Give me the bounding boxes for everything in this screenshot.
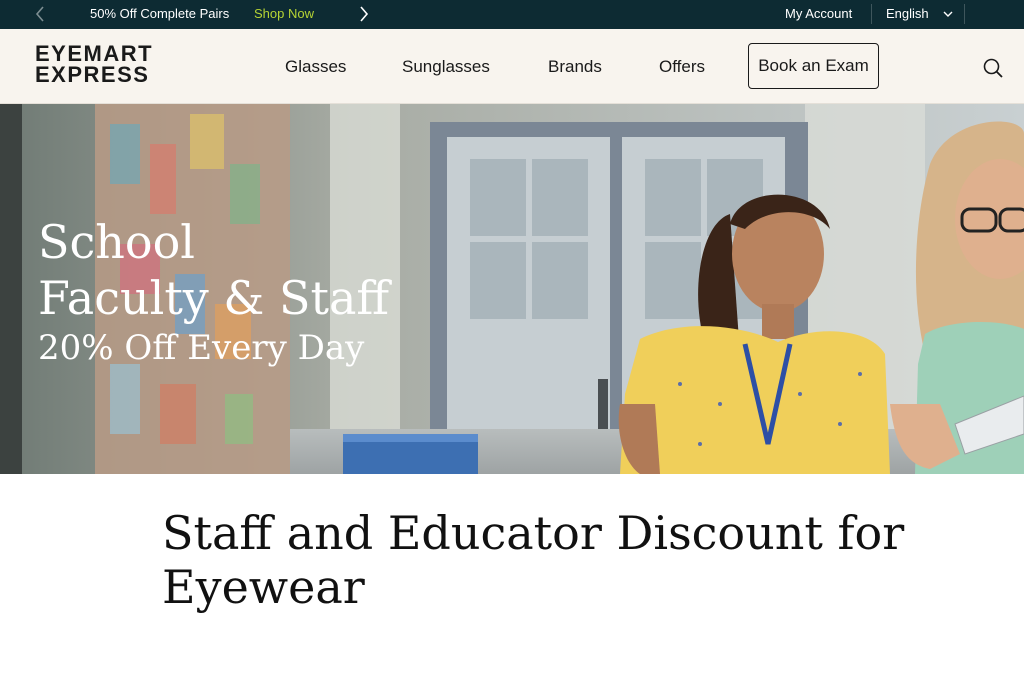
divider: [871, 4, 872, 24]
chevron-left-icon: [35, 6, 44, 22]
chevron-right-icon: [360, 6, 369, 22]
nav-item-brands[interactable]: Brands: [548, 57, 602, 77]
hero-line-2: Faculty & Staff: [38, 271, 390, 325]
promo-prev-button[interactable]: [30, 2, 50, 26]
nav-item-glasses[interactable]: Glasses: [285, 57, 346, 77]
shop-now-link[interactable]: Shop Now: [254, 6, 314, 21]
nav-item-sunglasses[interactable]: Sunglasses: [402, 57, 490, 77]
promo-next-button[interactable]: [354, 2, 374, 26]
search-button[interactable]: [982, 57, 1004, 79]
eyemart-express-logo[interactable]: EYEMART EXPRESS: [35, 43, 175, 89]
my-account-link[interactable]: My Account: [785, 6, 852, 21]
page-title: Staff and Educator Discount for Eyewear: [162, 506, 905, 614]
promo-text: 50% Off Complete Pairs: [90, 6, 230, 21]
site-header: EYEMART EXPRESS Glasses Sunglasses Brand…: [0, 29, 1024, 104]
hero-headline: School Faculty & Staff 20% Off Every Day: [38, 214, 389, 370]
promo-bar: 50% Off Complete Pairs Shop Now My Accou…: [0, 0, 1024, 29]
nav-item-offers[interactable]: Offers: [659, 57, 705, 77]
language-select[interactable]: English: [886, 6, 929, 21]
logo-line-1: EYEMART: [35, 41, 154, 66]
book-exam-button[interactable]: Book an Exam: [748, 43, 879, 89]
divider: [964, 4, 965, 24]
hero-banner[interactable]: School Faculty & Staff 20% Off Every Day: [0, 104, 1024, 474]
hero-line-3: 20% Off Every Day: [38, 328, 365, 368]
search-icon: [983, 58, 1003, 78]
hero-line-1: School: [38, 215, 196, 269]
logo-line-2: EXPRESS: [35, 62, 150, 87]
chevron-down-icon[interactable]: [942, 8, 954, 20]
